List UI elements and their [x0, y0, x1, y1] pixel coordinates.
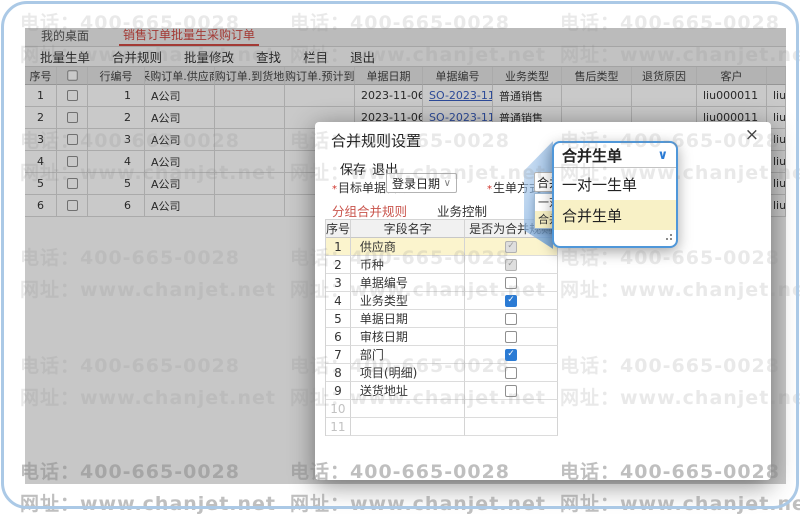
- close-icon[interactable]: ×: [745, 126, 759, 144]
- rules-seq-cell: 7: [326, 346, 351, 364]
- merge-rule-checkbox[interactable]: [505, 276, 518, 289]
- rules-seq-cell: 5: [326, 310, 351, 328]
- rules-field-cell: [350, 418, 466, 436]
- rules-field-cell: 单据日期: [350, 310, 466, 328]
- field-name-text: 单据日期: [359, 312, 408, 326]
- rules-seq-cell: 1: [326, 238, 351, 256]
- field-name-text: 审核日期: [359, 330, 408, 344]
- watermark-site: 网址：www.chanjet.net: [20, 493, 276, 515]
- required-asterisk: *: [332, 184, 337, 195]
- seq-text: 10: [330, 401, 346, 416]
- seq-text: 7: [334, 347, 342, 362]
- rules-seq-cell: 6: [326, 328, 351, 346]
- save-button[interactable]: 保存: [340, 159, 366, 178]
- field-name-text: 项目(明细): [359, 366, 418, 380]
- target-date-value: 登录日期: [392, 176, 441, 191]
- required-asterisk: *: [487, 184, 492, 195]
- rules-checkbox-cell: [465, 310, 558, 328]
- rules-field-cell: 部门: [350, 346, 466, 364]
- merge-rule-checkbox[interactable]: [505, 330, 518, 343]
- rules-seq-cell: 8: [326, 364, 351, 382]
- target-date-select[interactable]: 登录日期 ∨: [386, 173, 457, 193]
- magnifier-option[interactable]: 一对一生单: [554, 168, 676, 200]
- field-name-text: 部门: [359, 348, 384, 362]
- seq-text: 11: [330, 419, 346, 434]
- rules-field-cell: 单据编号: [350, 274, 466, 292]
- seq-text: 5: [334, 311, 342, 326]
- rules-row[interactable]: 11: [325, 418, 558, 436]
- watermark-site: 网址：www.chanjet.net: [290, 493, 546, 515]
- rules-seq-cell: 4: [326, 292, 351, 310]
- seq-text: 6: [334, 329, 342, 344]
- chevron-down-icon: ∨: [443, 177, 451, 189]
- magnifier-option[interactable]: 合并生单: [554, 200, 676, 230]
- field-name-text: 单据编号: [359, 276, 408, 290]
- rules-row[interactable]: 4 业务类型: [325, 292, 558, 310]
- rules-header-row: 序号 字段名字 是否为合并规则: [325, 220, 558, 238]
- watermark-site: 网址：www.chanjet.net: [560, 493, 800, 515]
- rules-field-cell: 供应商: [350, 238, 466, 256]
- seq-text: 2: [334, 257, 342, 272]
- merge-rule-checkbox[interactable]: [505, 366, 518, 379]
- rules-field-cell: 项目(明细): [350, 364, 466, 382]
- dialog-title: 合并规则设置: [331, 132, 422, 150]
- rules-row[interactable]: 2 币种: [325, 256, 558, 274]
- rules-column-header: 序号: [326, 220, 351, 238]
- magnifier-select[interactable]: 合并生单 ∨: [554, 143, 676, 168]
- rules-field-cell: 送货地址: [350, 382, 466, 400]
- rules-seq-cell: 9: [326, 382, 351, 400]
- rules-checkbox-cell: [465, 292, 558, 310]
- merge-rule-checkbox: [505, 240, 518, 253]
- rules-field-cell: 币种: [350, 256, 466, 274]
- rules-checkbox-cell: [465, 400, 558, 418]
- rules-row[interactable]: 6 审核日期: [325, 328, 558, 346]
- merge-rule-checkbox[interactable]: [505, 294, 518, 307]
- page: 我的桌面 销售订单批量生采购订单 批量生单 合并规则 批量修改 查找 栏目 退出 序号 行编…: [0, 0, 800, 515]
- rules-column-header: 字段名字: [350, 220, 466, 238]
- rules-seq-cell: 10: [326, 400, 351, 418]
- rules-checkbox-cell: [465, 364, 558, 382]
- seq-text: 1: [334, 239, 342, 254]
- rules-row[interactable]: 3 单据编号: [325, 274, 558, 292]
- field-name-text: 业务类型: [359, 294, 408, 308]
- field-name-text: 送货地址: [359, 384, 408, 398]
- seq-text: 3: [334, 275, 342, 290]
- magnifier-option-list: 一对一生单 合并生单: [554, 168, 676, 230]
- rules-row[interactable]: 7 部门: [325, 346, 558, 364]
- rules-header-label: 字段名字: [383, 222, 432, 236]
- rules-row[interactable]: 8 项目(明细): [325, 364, 558, 382]
- seq-text: 8: [334, 365, 342, 380]
- chevron-down-icon: ∨: [657, 147, 668, 163]
- merge-rule-checkbox: [505, 258, 518, 271]
- field-name-text: 币种: [359, 258, 384, 272]
- rules-checkbox-cell: [465, 274, 558, 292]
- rules-field-cell: [350, 400, 466, 418]
- rules-checkbox-cell: [465, 256, 558, 274]
- rules-header-label: 序号: [326, 222, 350, 236]
- rules-row[interactable]: 9 送货地址: [325, 382, 558, 400]
- seq-text: 9: [334, 383, 342, 398]
- merge-rule-checkbox[interactable]: [505, 384, 518, 397]
- merge-rule-checkbox[interactable]: [505, 312, 518, 325]
- rules-seq-cell: 2: [326, 256, 351, 274]
- field-name-text: 供应商: [359, 240, 396, 254]
- rules-field-cell: 业务类型: [350, 292, 466, 310]
- rules-seq-cell: 11: [326, 418, 351, 436]
- rules-row[interactable]: 1 供应商: [325, 238, 558, 256]
- seq-text: 4: [334, 293, 342, 308]
- magnifier-bubble: 合并生单 ∨ 一对一生单 合并生单: [552, 141, 678, 248]
- magnifier-select-value: 合并生单: [562, 146, 623, 165]
- rules-checkbox-cell: [465, 328, 558, 346]
- rules-row[interactable]: 10: [325, 400, 558, 418]
- rules-checkbox-cell: [465, 418, 558, 436]
- magnifier-footer: [554, 230, 676, 246]
- rules-seq-cell: 3: [326, 274, 351, 292]
- rules-field-cell: 审核日期: [350, 328, 466, 346]
- resize-grip-icon: [666, 238, 668, 240]
- rules-checkbox-cell: [465, 382, 558, 400]
- rules-checkbox-cell: [465, 346, 558, 364]
- rules-row[interactable]: 5 单据日期: [325, 310, 558, 328]
- merge-rules-table: 序号字段名字是否为合并规则1供应商2币种3单据编号4业务类型5单据日期6审核日期…: [325, 219, 558, 436]
- merge-rule-checkbox[interactable]: [505, 348, 518, 361]
